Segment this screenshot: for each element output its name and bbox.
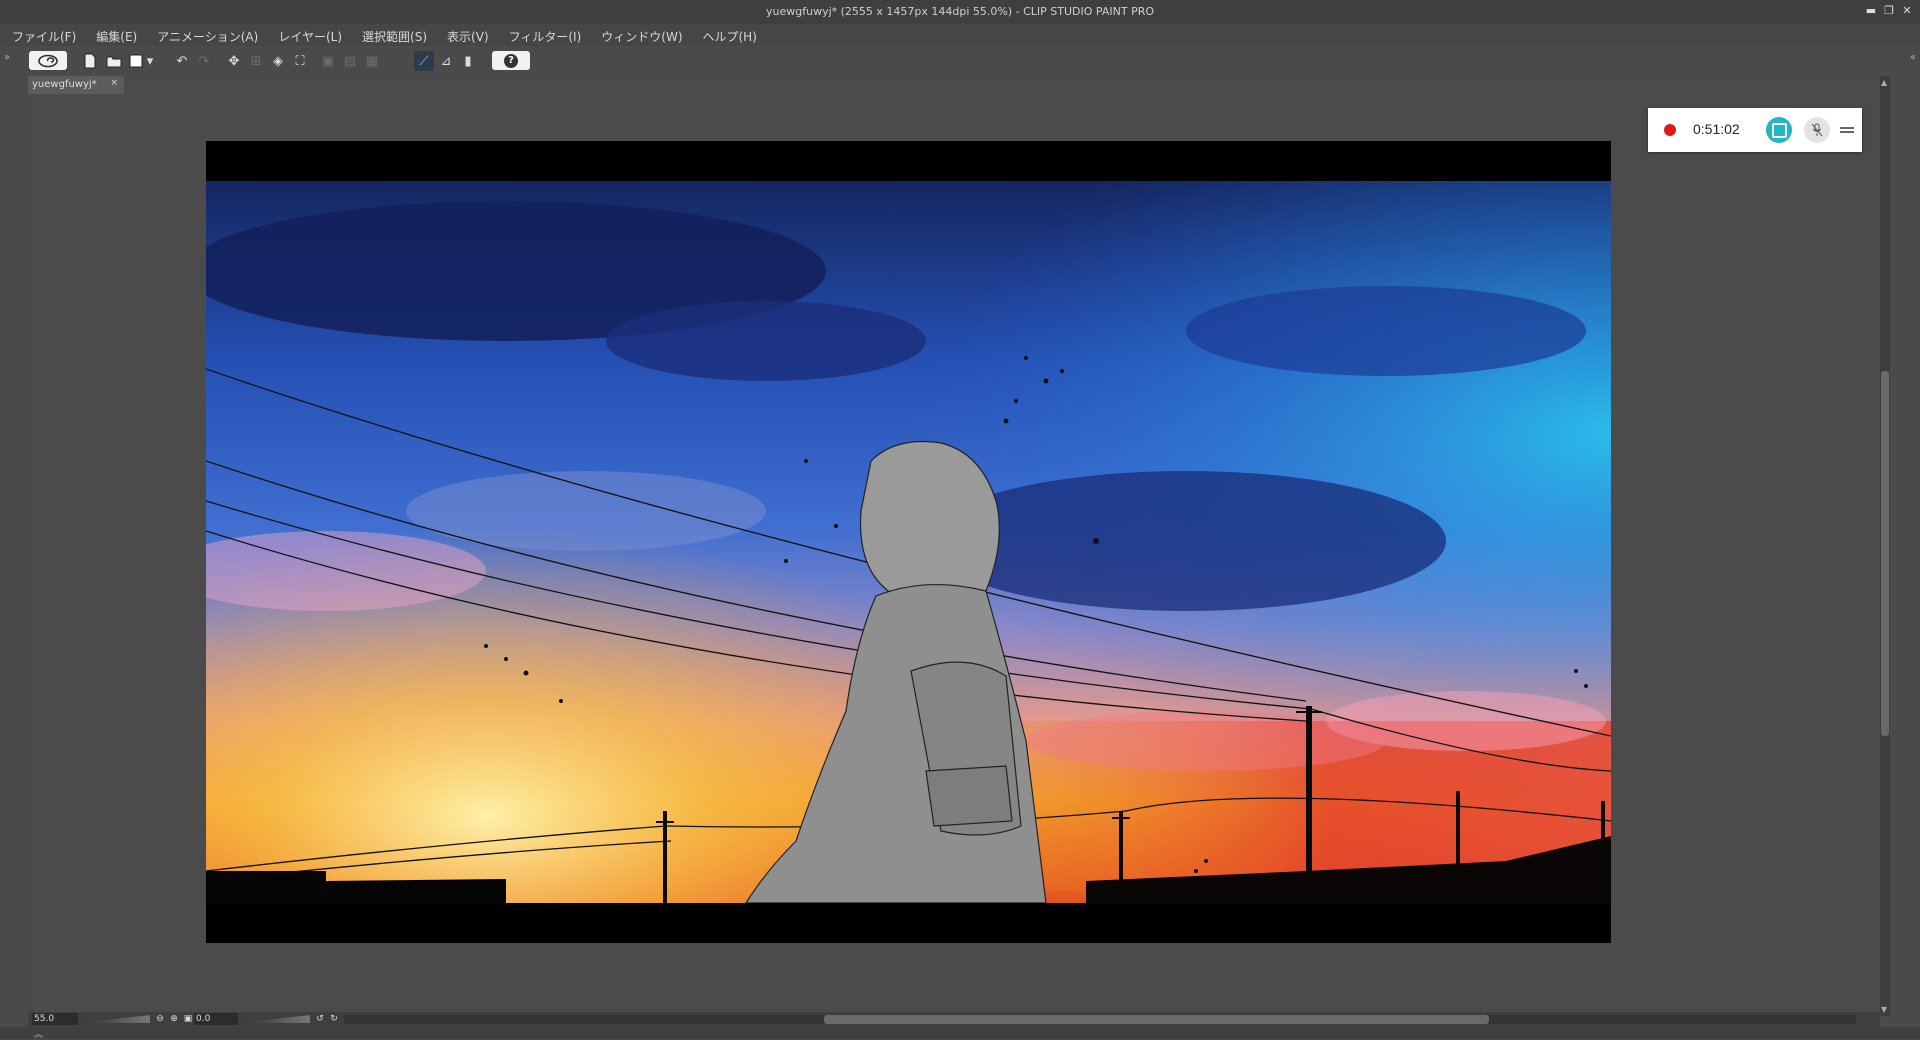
horizontal-scrollbar[interactable] — [344, 1015, 1856, 1024]
snap-grid-icon[interactable]: ⊿ — [436, 51, 456, 71]
recording-indicator-icon — [1664, 124, 1676, 136]
scroll-down-icon[interactable]: ▼ — [1881, 1005, 1887, 1014]
move-icon[interactable]: ⊞ — [246, 51, 266, 71]
screen-recorder-widget: 0:51:02 — [1648, 108, 1862, 152]
menu-help[interactable]: ヘルプ(H) — [703, 28, 757, 45]
rotation-slider[interactable] — [240, 1015, 310, 1023]
rotate-icon[interactable]: ▣ — [318, 51, 338, 71]
close-tab-icon[interactable]: × — [110, 78, 118, 88]
expand-left-icon[interactable]: » — [4, 52, 10, 63]
new-file-icon[interactable] — [80, 51, 100, 71]
title-bar: yuewgfuwyj* (2555 x 1457px 144dpi 55.0%)… — [0, 0, 1920, 24]
menu-selection[interactable]: 選択範囲(S) — [362, 28, 427, 45]
menu-window[interactable]: ウィンドウ(W) — [601, 28, 682, 45]
window-controls: ▬ ❐ ✕ — [1864, 4, 1914, 18]
crop-icon[interactable]: ⛶ — [290, 51, 310, 71]
mic-muted-icon — [1811, 123, 1823, 137]
snap-special-ruler-icon[interactable]: ▮ — [458, 51, 478, 71]
menu-bar: ファイル(F) 編集(E) アニメーション(A) レイヤー(L) 選択範囲(S)… — [0, 24, 1920, 46]
undo-icon[interactable]: ↶ — [172, 51, 192, 71]
dropdown-arrow-icon[interactable]: ▾ — [144, 51, 156, 71]
redo-icon[interactable]: ↷ — [194, 51, 214, 71]
vertical-scroll-thumb[interactable] — [1881, 371, 1889, 736]
document-tab[interactable]: yuewgfuwyj* × — [28, 76, 124, 94]
canvas-artwork[interactable] — [206, 181, 1611, 903]
transform-icon[interactable]: ✥ — [224, 51, 244, 71]
flip-icon[interactable]: ▤ — [340, 51, 360, 71]
help-icon: ? — [504, 53, 518, 68]
zoom-out-icon[interactable]: ⊖ — [154, 1013, 166, 1025]
menu-layer[interactable]: レイヤー(L) — [278, 28, 342, 45]
recorder-menu-icon[interactable] — [1840, 127, 1854, 133]
save-icon[interactable] — [126, 51, 146, 71]
rotate-right-icon[interactable]: ↻ — [328, 1013, 340, 1025]
status-bar: 55.0 ⊖ ⊕ ▣ 0.0 ↺ ↻ — [28, 1012, 1880, 1027]
rotate-left-icon[interactable]: ↺ — [314, 1013, 326, 1025]
rotation-field[interactable]: 0.0 — [194, 1013, 238, 1025]
copy-icon[interactable]: ▦ — [362, 51, 382, 71]
artboard[interactable] — [206, 141, 1611, 943]
fill-icon[interactable]: ◈ — [268, 51, 288, 71]
bottom-panel-strip: ︽ — [0, 1027, 1920, 1040]
menu-edit[interactable]: 編集(E) — [96, 28, 137, 45]
horizontal-scroll-thumb[interactable] — [824, 1015, 1489, 1024]
help-button[interactable]: ? — [492, 51, 530, 70]
restore-button[interactable]: ❐ — [1882, 4, 1896, 18]
vertical-scrollbar[interactable]: ▲ ▼ — [1880, 76, 1890, 1016]
window-title: yuewgfuwyj* (2555 x 1457px 144dpi 55.0%)… — [766, 5, 1154, 18]
close-button[interactable]: ✕ — [1900, 4, 1914, 18]
recording-time: 0:51:02 — [1693, 121, 1740, 137]
menu-file[interactable]: ファイル(F) — [12, 28, 76, 45]
fit-screen-icon[interactable]: ▣ — [182, 1013, 194, 1025]
open-file-icon[interactable] — [104, 51, 124, 71]
stop-icon — [1771, 122, 1787, 138]
zoom-slider[interactable] — [80, 1015, 150, 1023]
expand-right-icon[interactable]: « — [1910, 52, 1916, 63]
document-tab-label: yuewgfuwyj* — [32, 79, 97, 90]
sunset-illustration — [206, 181, 1611, 903]
scroll-up-icon[interactable]: ▲ — [1881, 78, 1887, 87]
snap-ruler-icon[interactable]: ⟋ — [414, 51, 434, 71]
mute-mic-button[interactable] — [1804, 117, 1830, 143]
minimize-button[interactable]: ▬ — [1864, 4, 1878, 18]
command-bar: ▾ ↶ ↷ ✥ ⊞ ◈ ⛶ ▣ ▤ ▦ ⟋ ⊿ ▮ ? — [26, 48, 1886, 74]
left-panel-collapsed: » — [0, 48, 26, 1039]
menu-animation[interactable]: アニメーション(A) — [157, 28, 258, 45]
expand-bottom-icon[interactable]: ︽ — [34, 1027, 43, 1040]
clip-studio-logo-icon — [38, 54, 58, 67]
clip-studio-button[interactable] — [29, 51, 67, 70]
menu-view[interactable]: 表示(V) — [447, 28, 489, 45]
zoom-field[interactable]: 55.0 — [32, 1013, 78, 1025]
stop-recording-button[interactable] — [1766, 117, 1792, 143]
zoom-in-icon[interactable]: ⊕ — [168, 1013, 180, 1025]
menu-filter[interactable]: フィルター(I) — [509, 28, 582, 45]
right-panel-collapsed: « — [1894, 48, 1920, 1039]
